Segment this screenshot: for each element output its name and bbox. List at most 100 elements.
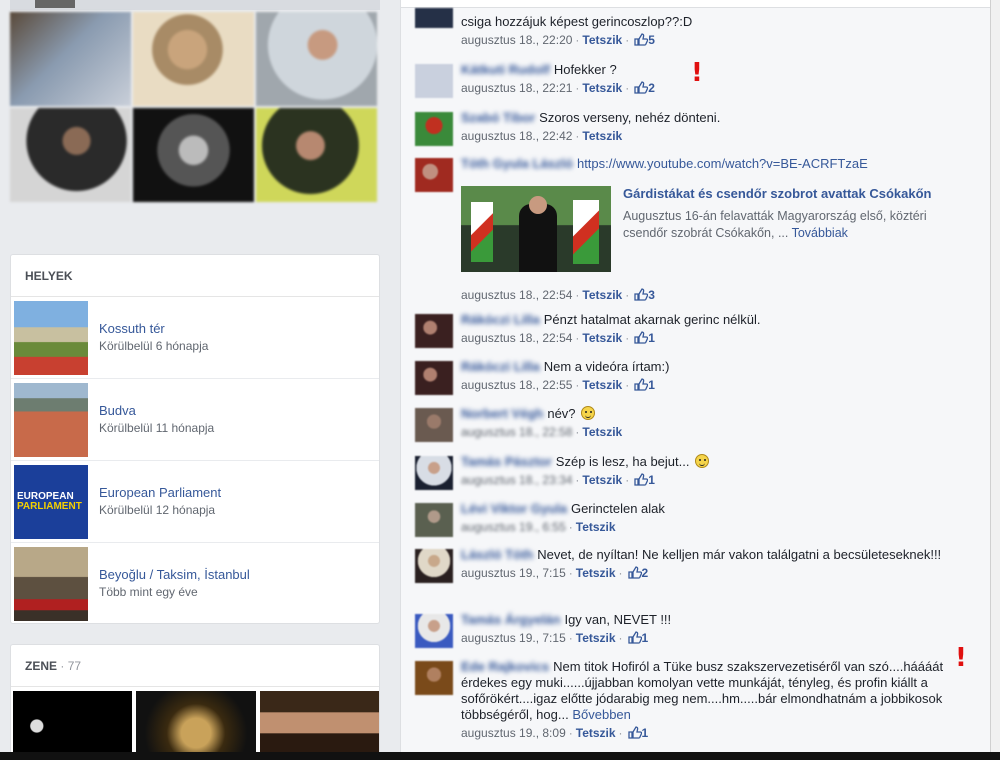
friend-photo[interactable] [133,12,254,106]
place-name[interactable]: European Parliament [99,485,221,500]
link-preview[interactable]: Gárdistákat és csendőr szobrot avattak C… [461,186,961,272]
like-button[interactable]: Tetszik [576,631,616,645]
commenter-name[interactable]: Tamás Árgyelán [461,612,560,627]
like-count: 1 [648,473,655,487]
like-button[interactable]: Tetszik [582,81,622,95]
logo-text: PARLIAMENT [17,501,82,512]
place-time: Körülbelül 6 hónapja [99,339,209,353]
place-time: Körülbelül 11 hónapja [99,421,215,435]
places-header: HELYEK [11,255,379,297]
comment: László Tóth Nevet, de nyíltan! Ne kelljen… [415,547,985,605]
thumbs-up-icon [634,81,649,94]
comment-text: Igy van, NEVET !!! [564,612,672,627]
friend-photo[interactable] [133,108,254,202]
commenter-avatar[interactable] [415,361,453,395]
commenter-name[interactable]: Rákóczi Lilla [461,359,540,374]
left-column: HELYEK Kossuth tér Körülbelül 6 hónapja … [0,0,400,760]
like-button[interactable]: Tetszik [582,425,622,439]
thumbs-up-icon [634,473,649,486]
commenter-avatar[interactable] [415,408,453,442]
thumbs-up-icon [627,726,642,739]
music-thumbnail[interactable] [13,691,133,760]
like-button[interactable]: Tetszik [576,726,616,740]
like-button[interactable]: Tetszik [582,129,622,143]
friend-photo[interactable] [10,108,131,202]
comment-time[interactable]: augusztus 18., 22:54 [461,331,572,345]
friend-photo[interactable] [256,108,377,202]
preview-desc-text: Augusztus 16-án felavatták Magyarország … [623,209,927,240]
place-name[interactable]: Kossuth tér [99,321,165,336]
commenter-name[interactable]: Lévi Viktor Gyula [461,501,567,516]
like-button[interactable]: Tetszik [582,331,622,345]
comment-time[interactable]: augusztus 18., 22:58 [461,425,572,439]
commenter-avatar[interactable] [415,456,453,490]
commenter-avatar[interactable] [415,158,453,192]
commenter-avatar[interactable] [415,8,453,28]
comment-time[interactable]: augusztus 19., 6:55 [461,520,566,534]
commenter-name[interactable]: Szabó Tibor [461,110,535,125]
commenter-name[interactable]: Rákóczi Lilla [461,312,540,327]
like-button[interactable]: Tetszik [582,378,622,392]
commenter-name[interactable]: László Tóth [461,547,533,562]
music-thumbnail[interactable] [136,691,256,760]
place-item-kossuth[interactable]: Kossuth tér Körülbelül 6 hónapja [11,297,379,379]
friend-photo[interactable] [256,12,377,106]
commenter-avatar[interactable] [415,549,453,583]
comment: Tóth Gyula László https://www.youtube.com… [415,156,985,306]
like-count: 2 [648,81,655,95]
comment: Norbert Végh név? augusztus 18., 22:58 · Te… [415,406,985,448]
comment-text: Nevet, de nyíltan! Ne kelljen már vakon … [537,547,942,562]
preview-image [461,186,611,272]
comment: csiga hozzájuk képest gerincoszlop??:D a… [415,8,985,54]
thumbs-up-icon [627,631,642,644]
commenter-name[interactable]: Tamás Pásztor [461,454,552,469]
comment-time[interactable]: augusztus 18., 22:21 [461,81,572,95]
comment-time[interactable]: augusztus 18., 22:42 [461,129,572,143]
preview-title[interactable]: Gárdistákat és csendőr szobrot avattak C… [623,186,932,201]
place-item-european-parliament[interactable]: EUROPEAN PARLIAMENT European Parliament … [11,461,379,543]
commenter-avatar[interactable] [415,503,453,537]
see-more-link[interactable]: Továbbiak [792,226,848,240]
like-button[interactable]: Tetszik [582,473,622,487]
commenter-name[interactable]: Norbert Végh [461,406,543,421]
comment-time[interactable]: augusztus 18., 23:34 [461,473,572,487]
commenter-avatar[interactable] [415,314,453,348]
music-thumbnail[interactable] [259,691,379,760]
comment-time[interactable]: augusztus 18., 22:55 [461,378,572,392]
comment-time[interactable]: augusztus 19., 7:15 [461,631,566,645]
comment: Rákóczi Lilla Pénzt hatalmat akarnak geri… [415,312,985,354]
thumbs-up-icon [634,331,649,344]
place-item-budva[interactable]: Budva Körülbelül 11 hónapja [11,379,379,461]
like-button[interactable]: Tetszik [576,566,616,580]
place-name[interactable]: Beyoğlu / Taksim, İstanbul [99,567,250,582]
commenter-name[interactable]: Ede Rajkovics [461,659,549,674]
music-count: 77 [67,659,82,673]
scrollbar[interactable] [990,0,1000,760]
see-more-link[interactable]: Bővebben [572,707,631,722]
like-button[interactable]: Tetszik [582,33,622,47]
like-count: 1 [648,378,655,392]
friend-photo[interactable] [10,12,131,106]
music-title: ZENE [25,659,58,673]
bottom-bar [0,752,1000,760]
place-item-beyoglu[interactable]: Beyoğlu / Taksim, İstanbul Több mint egy… [11,543,379,625]
comment-time[interactable]: augusztus 19., 8:09 [461,726,566,740]
commenter-avatar[interactable] [415,661,453,695]
place-name[interactable]: Budva [99,403,136,418]
commenter-avatar[interactable] [415,64,453,98]
place-time: Körülbelül 12 hónapja [99,503,216,517]
like-count: 3 [648,288,655,302]
comment-time[interactable]: augusztus 18., 22:20 [461,33,572,47]
like-button[interactable]: Tetszik [576,520,616,534]
like-button[interactable]: Tetszik [582,288,622,302]
comment-time[interactable]: augusztus 19., 7:15 [461,566,566,580]
comment-link[interactable]: https://www.youtube.com/watch?v=BE-ACRFT… [577,156,868,171]
comment-time[interactable]: augusztus 18., 22:54 [461,288,572,302]
top-strip [10,0,380,10]
commenter-avatar[interactable] [415,112,453,146]
commenter-name[interactable]: Kátkuti Rudolf [461,62,550,77]
commenter-avatar[interactable] [415,614,453,648]
commenter-name[interactable]: Tóth Gyula László [461,156,573,171]
comment: Tamás Árgyelán Igy van, NEVET !!! auguszt… [415,612,985,654]
like-count: 2 [641,566,649,580]
